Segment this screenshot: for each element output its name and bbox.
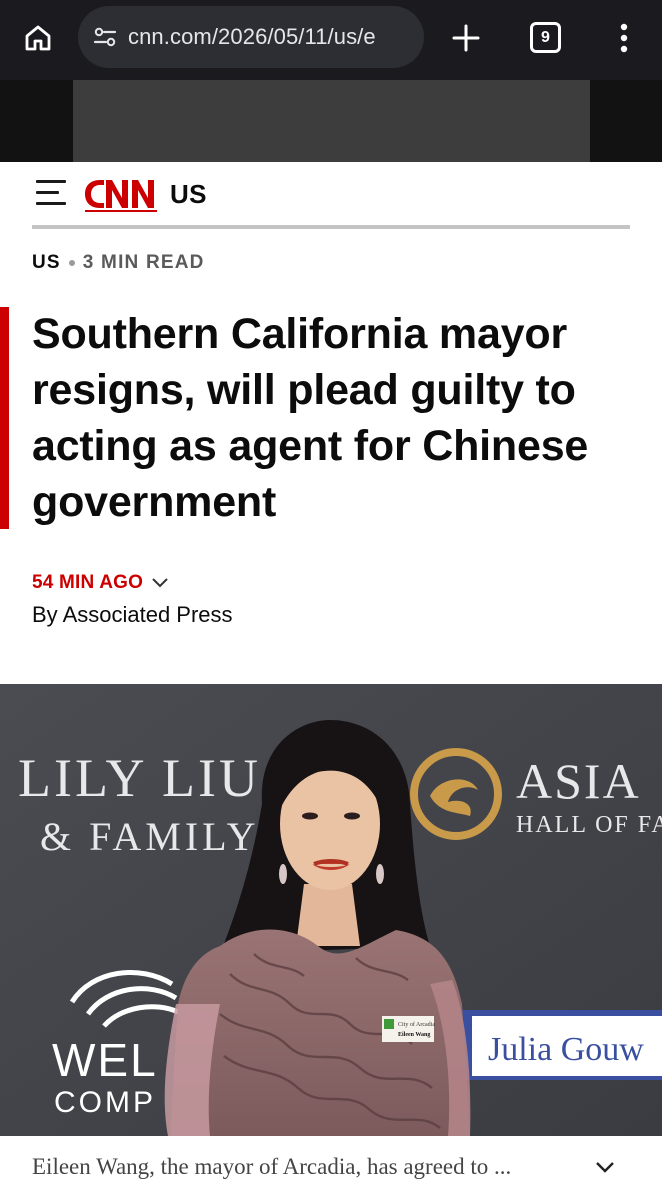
cnn-logo[interactable] (82, 174, 160, 214)
separator-dot (68, 260, 75, 266)
ad-slot[interactable] (73, 80, 590, 162)
photo-caption-row[interactable]: Eileen Wang, the mayor of Arcadia, has a… (0, 1136, 662, 1200)
headline-accent-bar (0, 307, 9, 529)
home-button[interactable] (20, 20, 56, 56)
header-divider (32, 225, 630, 229)
timestamp-toggle[interactable]: 54 MIN AGO (32, 572, 169, 594)
chevron-down-icon (152, 578, 168, 588)
browser-toolbar: cnn.com/2026/05/11/us/e 9 (0, 0, 662, 80)
backdrop-text-left-2: & FAMILY (40, 814, 259, 859)
tab-count: 9 (541, 28, 550, 46)
backdrop-text-left-1: LILY LIU (18, 748, 261, 808)
timestamp-text: 54 MIN AGO (32, 572, 144, 593)
backdrop-text-right-1: ASIA (516, 753, 641, 809)
chevron-down-icon[interactable] (594, 1160, 616, 1174)
more-vertical-icon (620, 23, 628, 53)
photo-illustration: LILY LIU & FAMILY ASIA HALL OF FA WEL CO… (0, 684, 662, 1136)
badge-line-2: Eileen Wang (398, 1032, 430, 1038)
backdrop-text-bottom-2: COMP (54, 1086, 156, 1119)
site-header: US (0, 162, 662, 228)
browser-menu-button[interactable] (612, 18, 636, 58)
name-card-text: Julia Gouw (488, 1031, 644, 1068)
byline: By Associated Press (32, 602, 233, 627)
address-bar[interactable]: cnn.com/2026/05/11/us/e (78, 6, 424, 68)
article-meta: US 3 MIN READ (32, 252, 205, 274)
read-time: 3 MIN READ (82, 252, 205, 273)
new-tab-button[interactable] (448, 20, 484, 56)
backdrop-text-right-2: HALL OF FA (516, 812, 662, 838)
section-tag[interactable]: US (32, 252, 61, 274)
section-label[interactable]: US (170, 179, 207, 210)
badge-line-1: City of Arcadia (398, 1021, 435, 1028)
ad-banner-area (0, 80, 662, 162)
url-text: cnn.com/2026/05/11/us/e (128, 24, 376, 49)
home-icon (25, 25, 51, 51)
article-photo[interactable]: LILY LIU & FAMILY ASIA HALL OF FA WEL CO… (0, 684, 662, 1136)
hamburger-menu-icon[interactable] (36, 180, 68, 208)
article-headline: Southern California mayor resigns, will … (32, 310, 589, 526)
photo-caption: Eileen Wang, the mayor of Arcadia, has a… (32, 1154, 512, 1179)
backdrop-text-bottom-1: WEL (52, 1034, 158, 1086)
site-settings-icon[interactable] (92, 24, 118, 50)
tab-switcher-button[interactable]: 9 (530, 22, 561, 53)
plus-icon (452, 24, 480, 52)
